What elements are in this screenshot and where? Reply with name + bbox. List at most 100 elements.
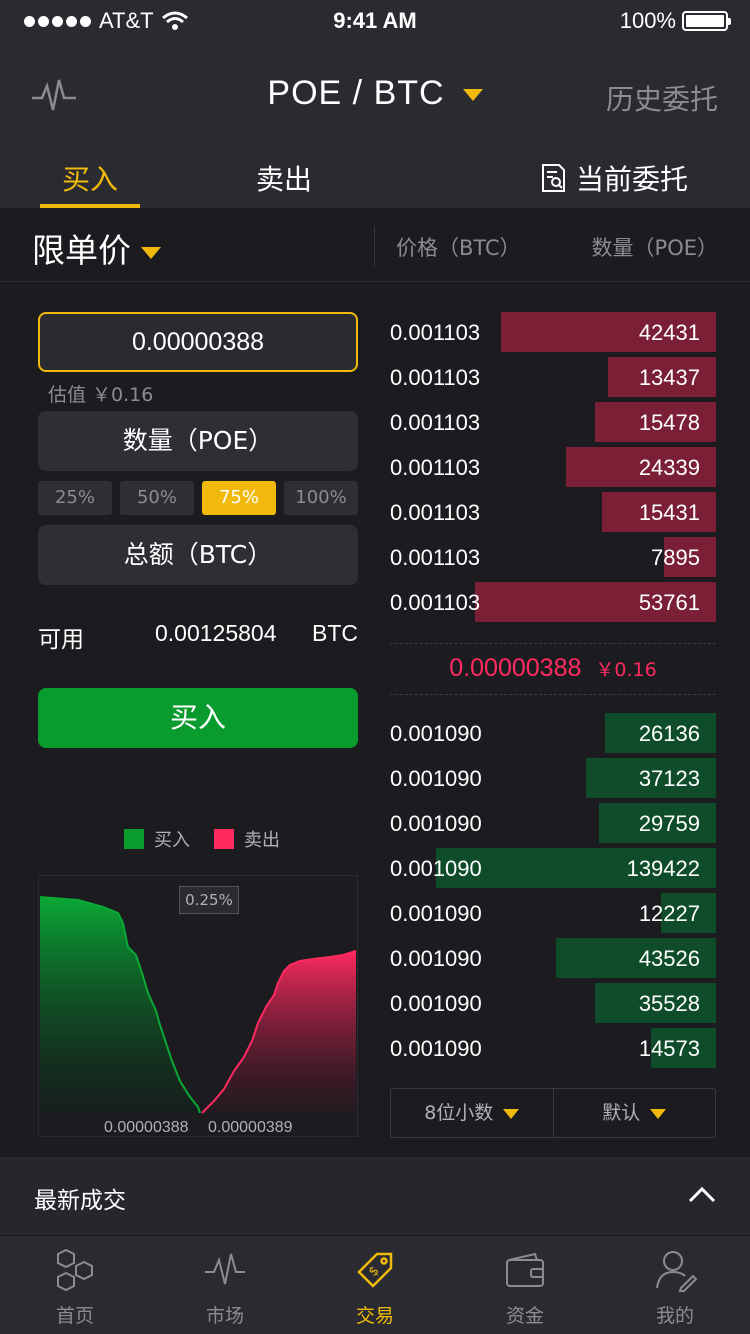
- ask-qty: 7895: [651, 545, 700, 570]
- nav-mine-label: 我的: [655, 1305, 694, 1327]
- price-column-header: 价格（BTC）: [396, 236, 521, 260]
- chevron-up-icon[interactable]: [688, 1185, 716, 1203]
- ask-row[interactable]: 0.001103 53761: [390, 582, 716, 622]
- document-search-icon: [542, 164, 565, 192]
- nav-mine[interactable]: 我的: [600, 1236, 750, 1334]
- wallet-icon: [506, 1252, 544, 1287]
- available-value: 0.00125804: [155, 620, 277, 646]
- ask-qty: 15478: [638, 410, 700, 435]
- ask-row[interactable]: 0.001103 15478: [390, 402, 716, 442]
- battery-percent: 100%: [619, 8, 676, 33]
- bid-price: 0.001090: [390, 721, 482, 746]
- quantity-input[interactable]: 数量（POE）: [38, 411, 358, 471]
- bid-qty: 29759: [638, 811, 700, 836]
- user-icon: [656, 1251, 698, 1292]
- bid-price: 0.001090: [390, 766, 482, 791]
- bid-qty: 35528: [638, 991, 700, 1016]
- order-type-bar: 限单价 价格（BTC） 数量（POE）: [0, 208, 750, 282]
- trade-header: POE / BTC 历史委托 买入 卖出 当前委托: [0, 40, 750, 208]
- percent-selector: 25% 50% 75% 100%: [38, 481, 358, 515]
- percent-100-button[interactable]: 100%: [284, 481, 358, 515]
- percent-75-button[interactable]: 75%: [202, 481, 276, 515]
- depth-chart-svg: [38, 875, 358, 1137]
- buy-depth-area: [40, 897, 200, 1113]
- depth-x-right: 0.00000389: [208, 1119, 293, 1136]
- ask-row[interactable]: 0.001103 15431: [390, 492, 716, 532]
- nav-home-label: 首页: [55, 1305, 94, 1327]
- ask-row[interactable]: 0.001103 42431: [390, 312, 716, 352]
- ask-row[interactable]: 0.001103 7895: [390, 537, 716, 577]
- bid-price: 0.001090: [390, 901, 482, 926]
- mid-price-cny: ￥0.16: [595, 659, 657, 681]
- available-balance: 可用 0.00125804 BTC: [38, 620, 358, 654]
- ask-row[interactable]: 0.001103 24339: [390, 447, 716, 487]
- bid-row[interactable]: 0.001090 35528: [390, 983, 716, 1023]
- decimals-selector[interactable]: 8位小数: [391, 1089, 554, 1137]
- bid-row[interactable]: 0.001090 37123: [390, 758, 716, 798]
- bid-price: 0.001090: [390, 1036, 482, 1061]
- qty-column-header: 数量（POE）: [591, 236, 718, 260]
- depth-tooltip: 0.25%: [179, 886, 239, 914]
- tab-buy[interactable]: 买入: [40, 158, 140, 208]
- depth-x-left: 0.00000388: [104, 1119, 189, 1136]
- buy-button[interactable]: 买入: [38, 688, 358, 748]
- ask-list: 0.001103 42431 0.001103 13437 0.001103 15478 0…: [390, 312, 716, 627]
- available-label: 可用: [38, 627, 84, 653]
- bid-qty: 139422: [626, 856, 700, 881]
- ask-qty: 53761: [638, 590, 700, 615]
- tab-current-orders-label: 当前委托: [576, 163, 689, 196]
- bid-row[interactable]: 0.001090 26136: [390, 713, 716, 753]
- available-currency: BTC: [312, 620, 358, 646]
- ask-qty: 13437: [638, 365, 700, 390]
- ask-price: 0.001103: [390, 545, 481, 570]
- ask-row[interactable]: 0.001103 13437: [390, 357, 716, 397]
- bid-price: 0.001090: [390, 991, 482, 1016]
- depth-chart[interactable]: 0.25% 0.00000388 0.00000389: [38, 875, 358, 1137]
- bid-qty: 14573: [638, 1036, 700, 1061]
- caret-down-icon: [141, 246, 161, 259]
- divider: [374, 226, 375, 266]
- bid-row[interactable]: 0.001090 139422: [390, 848, 716, 888]
- ask-qty: 15431: [638, 500, 700, 525]
- svg-text:$: $: [366, 1263, 382, 1279]
- ask-price: 0.001103: [390, 590, 481, 615]
- depth-legend: 买入 卖出: [124, 826, 280, 852]
- tab-current-orders[interactable]: 当前委托: [540, 158, 688, 198]
- bid-row[interactable]: 0.001090 43526: [390, 938, 716, 978]
- ask-price: 0.001103: [390, 320, 481, 345]
- tab-sell[interactable]: 卖出: [256, 158, 312, 198]
- nav-trade-label: 交易: [355, 1305, 394, 1327]
- bid-list: 0.001090 26136 0.001090 37123 0.001090 29759 0…: [390, 713, 716, 1073]
- pair-label: POE / BTC: [267, 74, 445, 112]
- bid-row[interactable]: 0.001090 14573: [390, 1028, 716, 1068]
- bid-row[interactable]: 0.001090 12227: [390, 893, 716, 933]
- sort-label: 默认: [602, 1102, 641, 1124]
- latest-trades-bar[interactable]: 最新成交: [0, 1157, 750, 1235]
- bid-price: 0.001090: [390, 856, 482, 881]
- legend-buy: 买入: [154, 830, 190, 851]
- nav-home[interactable]: 首页: [0, 1236, 150, 1334]
- trade-tabs: 买入 卖出 当前委托: [0, 158, 750, 208]
- history-orders-link[interactable]: 历史委托: [606, 78, 718, 118]
- bid-qty: 43526: [638, 946, 700, 971]
- order-type-label: 限单价: [32, 231, 131, 270]
- status-bar: AT&T 9:41 AM 100%: [0, 0, 750, 40]
- nav-market[interactable]: 市场: [150, 1236, 300, 1334]
- ask-price: 0.001103: [390, 410, 481, 435]
- ask-price: 0.001103: [390, 455, 481, 480]
- price-input[interactable]: 0.00000388: [38, 312, 358, 372]
- estimate-value: 估值 ￥0.16: [48, 384, 154, 406]
- buy-swatch: [124, 829, 144, 849]
- percent-50-button[interactable]: 50%: [120, 481, 194, 515]
- sort-selector[interactable]: 默认: [554, 1089, 716, 1137]
- nav-trade[interactable]: $ 交易: [300, 1236, 450, 1334]
- total-input[interactable]: 总额（BTC）: [38, 525, 358, 585]
- pulse-icon: [205, 1253, 245, 1285]
- ask-qty: 24339: [638, 455, 700, 480]
- nav-funds[interactable]: 资金: [450, 1236, 600, 1334]
- order-type-selector[interactable]: 限单价: [32, 224, 161, 272]
- ask-price: 0.001103: [390, 365, 481, 390]
- bid-row[interactable]: 0.001090 29759: [390, 803, 716, 843]
- percent-25-button[interactable]: 25%: [38, 481, 112, 515]
- caret-down-icon: [503, 1108, 520, 1119]
